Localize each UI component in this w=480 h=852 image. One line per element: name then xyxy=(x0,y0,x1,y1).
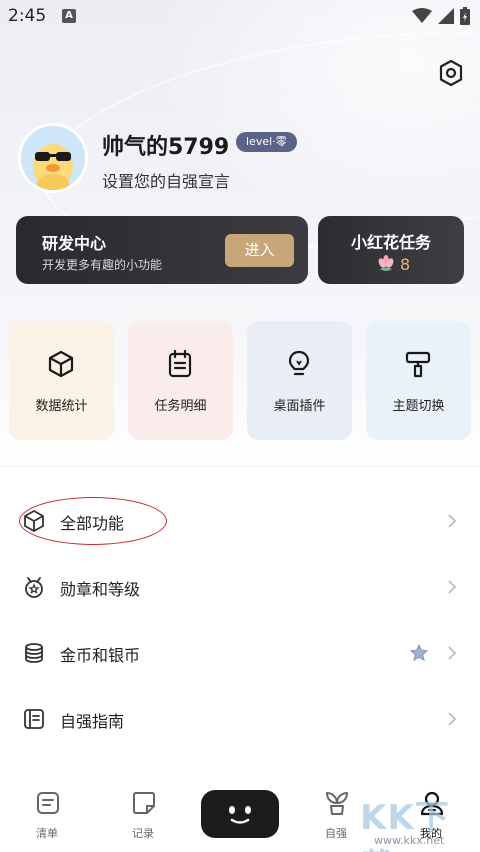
flower-task-card[interactable]: 小红花任务 8 xyxy=(318,216,464,284)
watermark-logo: KK下载 www.kkx.net xyxy=(360,790,478,852)
flower-count: 8 xyxy=(376,254,410,274)
chevron-right-icon xyxy=(448,646,457,660)
watermark-url: www.kkx.net xyxy=(374,834,445,847)
note-icon xyxy=(133,792,155,814)
tile-desktop-widget[interactable]: 桌面插件 xyxy=(247,321,352,440)
wifi-icon xyxy=(412,8,432,23)
menu-label: 自强指南 xyxy=(60,712,125,731)
guide-icon xyxy=(24,709,44,729)
list-icon xyxy=(37,792,59,814)
menu-item-guide[interactable]: 自强指南 xyxy=(0,691,480,751)
star-badge-icon xyxy=(410,644,428,661)
rd-center-subtitle: 开发更多有趣的小功能 xyxy=(42,258,163,272)
level-badge[interactable]: level·零 xyxy=(236,132,297,152)
username[interactable]: 帅气的5799 xyxy=(102,129,229,161)
menu-item-medals[interactable]: 勋章和等级 xyxy=(0,559,480,619)
tile-label: 主题切换 xyxy=(392,399,445,414)
duck-avatar-icon xyxy=(21,126,85,190)
tile-theme-switch[interactable]: 主题切换 xyxy=(366,321,471,440)
tile-label: 桌面插件 xyxy=(273,399,326,414)
sprout-icon xyxy=(326,792,348,815)
notification-icon: A xyxy=(62,9,76,23)
settings-button[interactable] xyxy=(436,58,466,88)
settings-icon xyxy=(439,59,463,87)
rd-center-title: 研发中心 xyxy=(42,234,107,253)
coins-icon xyxy=(25,643,43,663)
chevron-right-icon xyxy=(448,514,457,528)
nav-item-list[interactable]: 清单 xyxy=(12,775,82,852)
smile-face-icon xyxy=(229,806,251,824)
lightbulb-icon xyxy=(288,350,310,376)
highlight-circle xyxy=(19,497,167,545)
status-time: 2:45 xyxy=(8,6,47,26)
battery-icon xyxy=(460,7,470,25)
paint-roller-icon xyxy=(405,351,431,378)
avatar[interactable] xyxy=(18,123,88,193)
cube-icon xyxy=(48,350,74,378)
notepad-icon xyxy=(168,349,192,378)
chevron-right-icon xyxy=(448,580,457,594)
rd-center-card[interactable]: 研发中心 开发更多有趣的小功能 进入 xyxy=(16,216,308,284)
enter-button[interactable]: 进入 xyxy=(225,234,294,267)
flower-task-title: 小红花任务 xyxy=(350,233,431,252)
tile-label: 数据统计 xyxy=(35,399,88,414)
status-icons xyxy=(412,7,470,25)
flower-count-value: 8 xyxy=(400,254,411,274)
medal-icon xyxy=(25,577,43,598)
menu-item-coins[interactable]: 金币和银币 xyxy=(0,625,480,685)
center-action-button[interactable] xyxy=(201,790,279,838)
flower-icon xyxy=(378,255,394,271)
motto-text[interactable]: 设置您的自强宣言 xyxy=(102,168,230,192)
signal-icon xyxy=(438,8,454,24)
nav-item-record[interactable]: 记录 xyxy=(108,775,178,852)
chevron-right-icon xyxy=(448,712,457,726)
tile-label: 任务明细 xyxy=(154,399,207,414)
tile-data-stats[interactable]: 数据统计 xyxy=(9,321,114,440)
menu-label: 金币和银币 xyxy=(60,646,141,665)
nav-label: 清单 xyxy=(36,827,58,840)
status-bar: 2:45 A xyxy=(0,0,480,34)
menu-label: 勋章和等级 xyxy=(60,580,141,599)
section-divider xyxy=(0,466,480,467)
tile-task-details[interactable]: 任务明细 xyxy=(128,321,233,440)
nav-label: 记录 xyxy=(132,827,154,840)
